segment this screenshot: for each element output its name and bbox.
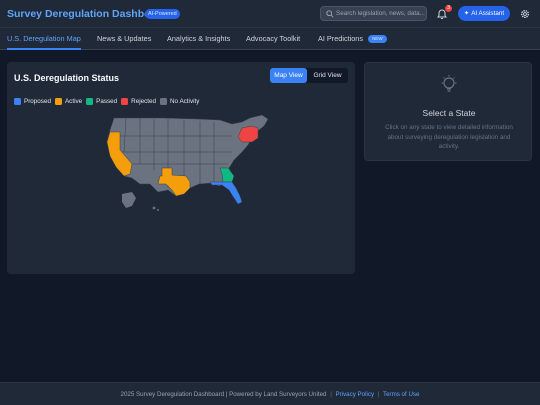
legend-item-active: Active: [54, 98, 83, 105]
footer-separator: |: [377, 391, 380, 398]
select-state-description: Click on any state to view detailed info…: [385, 124, 513, 150]
privacy-policy-link[interactable]: Privacy Policy: [336, 391, 375, 398]
gear-icon[interactable]: [520, 9, 530, 19]
view-toggle: Map View Grid View: [270, 68, 348, 83]
legend-label: No Activity: [170, 98, 200, 105]
tab-advocacy-toolkit[interactable]: Advocacy Toolkit: [246, 28, 300, 50]
footer-text: 2025 Survey Deregulation Dashboard | Pow…: [120, 391, 327, 398]
grid-view-button[interactable]: Grid View: [307, 68, 348, 83]
tab-label: News & Updates: [97, 34, 152, 43]
top-header: Survey Deregulation Dashboard AI-Powered…: [0, 0, 540, 28]
map-panel-title: U.S. Deregulation Status: [14, 73, 120, 83]
legend-item-proposed: Proposed: [14, 98, 51, 105]
footer-separator: |: [330, 391, 332, 398]
state-detail-panel: Select a State Click on any state to vie…: [364, 62, 532, 161]
us-map: [106, 114, 269, 211]
map-legend: Proposed Active Passed Rejected No Activ…: [14, 97, 199, 106]
terms-of-use-link[interactable]: Terms of Use: [383, 391, 419, 398]
tab-deregulation-map[interactable]: U.S. Deregulation Map: [7, 28, 81, 50]
hawaii-island: [157, 209, 159, 211]
state-alaska[interactable]: [122, 192, 136, 208]
search-input[interactable]: [336, 8, 426, 19]
map-panel: U.S. Deregulation Status Map View Grid V…: [7, 62, 355, 274]
ai-powered-badge: AI-Powered: [145, 9, 180, 19]
tab-label: Advocacy Toolkit: [246, 34, 301, 43]
state-hawaii[interactable]: [152, 206, 156, 210]
ai-assistant-button[interactable]: ✦ AI Assistant: [458, 6, 510, 21]
legend-label: Passed: [96, 98, 118, 105]
legend-item-no-activity: No Activity: [160, 98, 199, 105]
tab-ai-predictions[interactable]: AI Predictions NEW: [318, 28, 387, 50]
legend-swatch: [86, 98, 94, 105]
tab-label: Analytics & Insights: [167, 34, 231, 43]
tab-label: U.S. Deregulation Map: [7, 34, 81, 43]
footer: 2025 Survey Deregulation Dashboard | Pow…: [0, 382, 540, 405]
legend-swatch: [160, 98, 167, 105]
ai-assistant-label: AI Assistant: [471, 10, 505, 17]
legend-swatch: [121, 98, 129, 105]
legend-label: Proposed: [24, 98, 51, 105]
app-title: Survey Deregulation Dashboard: [7, 8, 167, 20]
legend-label: Active: [64, 98, 83, 105]
lightbulb-icon: [441, 75, 457, 92]
legend-swatch: [14, 98, 21, 105]
select-state-title: Select a State: [422, 108, 476, 118]
tab-analytics-insights[interactable]: Analytics & Insights: [167, 28, 230, 50]
legend-swatch: [54, 98, 62, 105]
notification-badge: 3: [445, 5, 452, 12]
new-badge: NEW: [368, 35, 387, 43]
legend-item-passed: Passed: [86, 98, 117, 105]
search-box[interactable]: [320, 6, 427, 21]
tab-label: AI Predictions: [318, 34, 364, 43]
legend-item-rejected: Rejected: [121, 98, 156, 105]
search-icon: [326, 10, 334, 18]
state-florida[interactable]: [209, 181, 243, 205]
tab-news-updates[interactable]: News & Updates: [97, 28, 151, 50]
legend-label: Rejected: [131, 98, 156, 105]
sparkle-icon: ✦: [463, 10, 470, 17]
main-nav: U.S. Deregulation Map News & Updates Ana…: [0, 28, 540, 50]
map-view-button[interactable]: Map View: [270, 68, 307, 83]
